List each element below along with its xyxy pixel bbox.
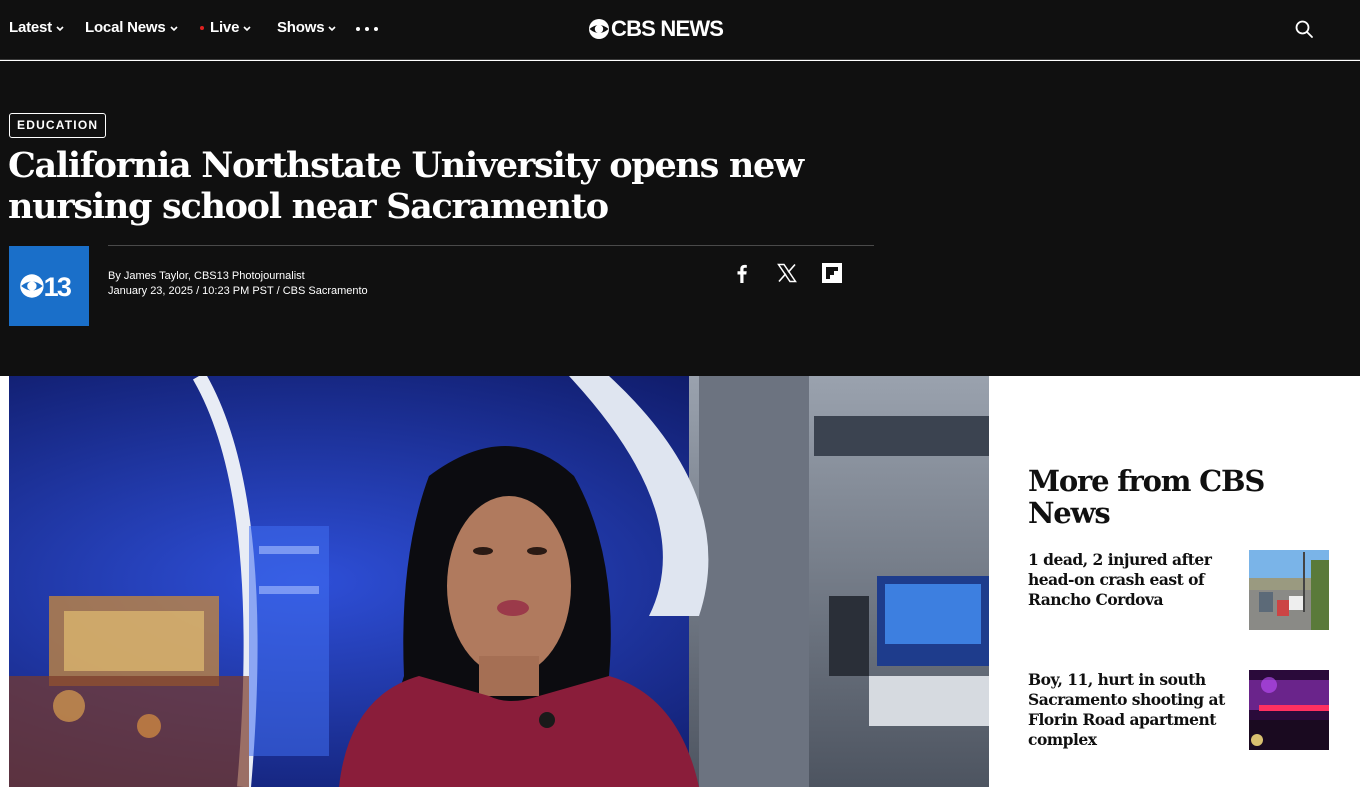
- cbs13-station-logo[interactable]: 13: [9, 246, 89, 326]
- related-story-title: Boy, 11, hurt in south Sacramento shooti…: [1028, 670, 1225, 749]
- chevron-down-icon: [56, 25, 64, 31]
- more-from-title: More from CBS News: [1028, 464, 1265, 530]
- cbs13-logo-icon: 13: [20, 272, 74, 302]
- nav-live-label: Live: [210, 19, 240, 36]
- author-title: , CBS13 Photojournalist: [187, 270, 305, 282]
- byline: By James Taylor, CBS13 Photojournalist J…: [108, 269, 368, 299]
- article-header: EDUCATION California Northstate Universi…: [0, 61, 1360, 376]
- source-link[interactable]: CBS Sacramento: [283, 285, 368, 297]
- related-story[interactable]: 1 dead, 2 injured after head-on crash ea…: [1028, 550, 1330, 632]
- nav-local-news[interactable]: Local News: [85, 19, 179, 36]
- author-link[interactable]: James Taylor: [124, 270, 188, 282]
- byline-author-line: By James Taylor, CBS13 Photojournalist: [108, 269, 368, 284]
- chevron-down-icon: [243, 25, 251, 31]
- related-story-thumbnail: [1249, 550, 1329, 630]
- facebook-icon[interactable]: [731, 262, 753, 284]
- byline-date-line: January 23, 2025 / 10:23 PM PST / CBS Sa…: [108, 284, 368, 299]
- chevron-down-icon: [328, 25, 336, 31]
- nav-latest[interactable]: Latest: [9, 19, 65, 36]
- nav-shows-label: Shows: [277, 19, 325, 36]
- nav-local-news-label: Local News: [85, 19, 166, 36]
- more-from-sidebar: More from CBS News 1 dead, 2 injured aft…: [989, 376, 1360, 787]
- shooting-scene-image: [1249, 670, 1329, 750]
- related-story-title: 1 dead, 2 injured after head-on crash ea…: [1028, 550, 1212, 609]
- x-icon[interactable]: [776, 262, 798, 284]
- video-player[interactable]: [9, 376, 989, 787]
- related-story[interactable]: Boy, 11, hurt in south Sacramento shooti…: [1028, 670, 1330, 752]
- publish-date: January 23, 2025 / 10:23 PM PST /: [108, 285, 283, 297]
- header-divider: [108, 245, 874, 246]
- cbs-news-logo[interactable]: CBS NEWS: [588, 16, 724, 42]
- nav-shows[interactable]: Shows: [277, 19, 337, 36]
- article-headline: California Northstate University opens n…: [8, 145, 804, 227]
- logo-text: CBS NEWS: [611, 16, 724, 41]
- crash-scene-image: [1249, 550, 1329, 630]
- search-icon[interactable]: [1294, 19, 1314, 39]
- nav-live[interactable]: Live: [200, 19, 252, 36]
- related-story-thumbnail: [1249, 670, 1329, 750]
- chevron-down-icon: [169, 25, 178, 31]
- cbs-eye-icon: [589, 19, 609, 39]
- category-tag[interactable]: EDUCATION: [9, 113, 107, 138]
- ellipsis-icon[interactable]: [356, 19, 378, 39]
- station-number: 13: [44, 272, 72, 302]
- top-navigation: Latest Local News Live Shows CBS NEWS: [0, 0, 1360, 60]
- nav-latest-label: Latest: [9, 19, 52, 36]
- byline-prefix: By: [108, 270, 124, 282]
- flipboard-icon[interactable]: [821, 262, 843, 284]
- live-dot-icon: [200, 25, 204, 30]
- video-frame-image: [9, 376, 989, 787]
